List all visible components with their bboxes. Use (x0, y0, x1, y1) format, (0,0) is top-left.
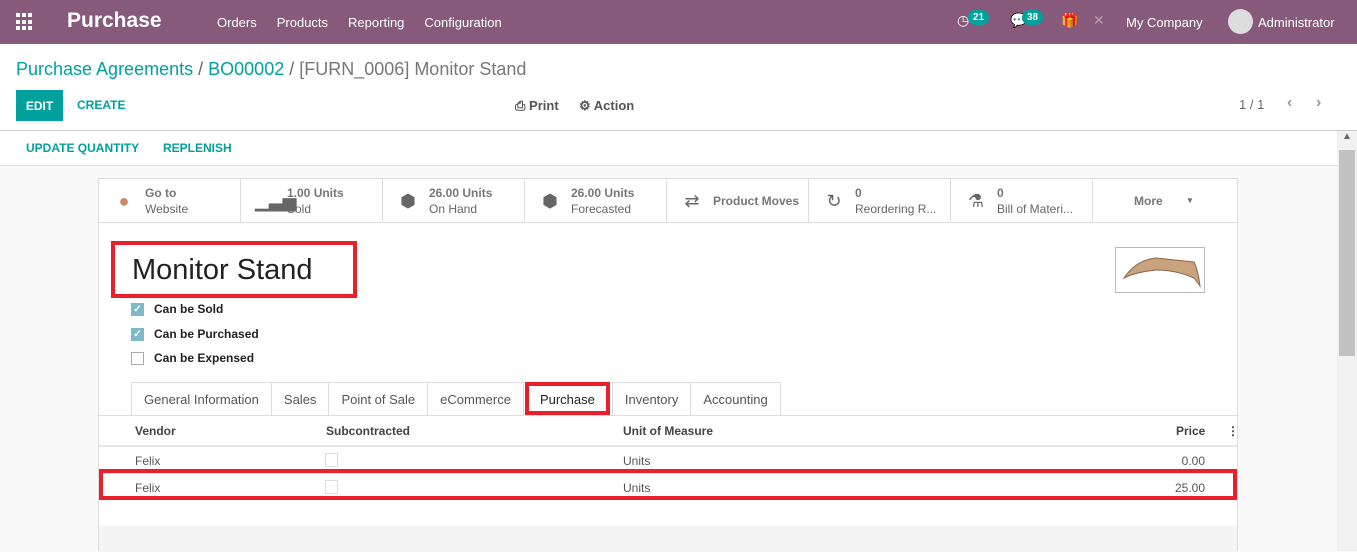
replenish-button[interactable]: REPLENISH (163, 141, 232, 155)
tab-sales[interactable]: Sales (270, 382, 330, 415)
cubes-icon: ⬢ (542, 191, 558, 211)
column-options-icon[interactable]: ⋮ (1227, 424, 1239, 438)
main-menu: Orders Products Reporting Configuration (217, 15, 502, 30)
column-vendor[interactable]: Vendor (135, 424, 176, 438)
vendor-cell: Felix (135, 454, 161, 468)
label: 0 (855, 186, 862, 200)
label: Can be Purchased (154, 327, 259, 341)
globe-icon: ● (118, 191, 130, 211)
forecasted-button[interactable]: ⬢ 26.00 Units Forecasted (525, 179, 667, 223)
label: Can be Expensed (154, 351, 255, 365)
checkbox[interactable]: ✓ (131, 302, 144, 316)
label: 26.00 Units (429, 186, 493, 200)
units-sold-button[interactable]: ▁▃▅ 1.00 Units Sold (241, 179, 383, 223)
avatar[interactable] (1228, 9, 1253, 34)
divider (99, 415, 1237, 416)
tools-icon[interactable]: ✕ (1093, 12, 1105, 29)
flask-icon: ⚗ (967, 191, 985, 211)
menu-reporting[interactable]: Reporting (348, 15, 404, 30)
breadcrumb-current: [FURN_0006] Monitor Stand (299, 59, 527, 79)
chevron-left-icon[interactable]: ‹ (1287, 94, 1292, 112)
apps-grid-icon[interactable] (16, 13, 34, 31)
gift-icon[interactable]: 🎁 (1061, 12, 1078, 29)
tab-purchase[interactable]: Purchase (524, 382, 610, 415)
can-be-purchased-checkbox[interactable]: ✓ Can be Purchased (131, 327, 259, 341)
print-label: Print (529, 98, 559, 113)
highlight-box (99, 469, 1237, 500)
action-button[interactable]: ⚙ Action (579, 98, 634, 114)
go-to-website-button[interactable]: ● Go to Website (99, 179, 241, 223)
form-sheet: ● Go to Website ▁▃▅ 1.00 Units Sold ⬢ 26.00 U… (98, 178, 1239, 552)
activity-badge: 21 (968, 10, 990, 25)
smart-buttons: ● Go to Website ▁▃▅ 1.00 Units Sold ⬢ 26.00 U… (99, 179, 1237, 223)
product-image[interactable] (1115, 247, 1205, 293)
label: 1.00 Units (287, 186, 344, 200)
sublabel: Reordering R... (855, 202, 937, 216)
sublabel: Sold (287, 202, 312, 216)
signal-icon: ▁▃▅ (255, 191, 297, 211)
breadcrumb: Purchase Agreements / BO00002 / [FURN_00… (16, 59, 526, 80)
tab-point-of-sale[interactable]: Point of Sale (328, 382, 429, 415)
top-navbar: Purchase Orders Products Reporting Confi… (0, 0, 1357, 44)
label: More (1134, 194, 1163, 208)
chevron-right-icon[interactable]: › (1316, 94, 1321, 112)
sublabel: Forecasted (571, 202, 632, 216)
menu-products[interactable]: Products (277, 15, 328, 30)
pager-value[interactable]: 1 / 1 (1239, 97, 1264, 112)
refresh-icon: ↻ (826, 191, 842, 211)
print-button[interactable]: ⎙ Print (515, 98, 559, 114)
sublabel: On Hand (429, 202, 478, 216)
column-price[interactable]: Price (1176, 424, 1205, 438)
checkbox[interactable] (131, 351, 144, 365)
menu-configuration[interactable]: Configuration (424, 15, 501, 30)
checkbox[interactable]: ✓ (131, 327, 144, 341)
printer-icon: ⎙ (515, 98, 526, 113)
menu-orders[interactable]: Orders (217, 15, 257, 30)
uom-cell: Units (623, 454, 651, 468)
price-cell: 0.00 (1181, 454, 1205, 468)
tab-inventory[interactable]: Inventory (611, 382, 692, 415)
label: Product Moves (713, 194, 800, 208)
can-be-expensed-checkbox[interactable]: Can be Expensed (131, 351, 254, 365)
message-badge: 38 (1022, 10, 1044, 25)
column-subcontracted[interactable]: Subcontracted (326, 424, 410, 438)
breadcrumb-bo00002[interactable]: BO00002 (208, 59, 284, 79)
exchange-icon: ⇄ (684, 191, 700, 211)
breadcrumb-purchase-agreements[interactable]: Purchase Agreements (16, 59, 193, 79)
on-hand-button[interactable]: ⬢ 26.00 Units On Hand (383, 179, 525, 223)
breadcrumb-separator: / (198, 59, 204, 79)
edit-button[interactable]: EDIT (16, 90, 63, 121)
status-bar: UPDATE QUANTITY REPLENISH (0, 131, 1337, 166)
product-moves-button[interactable]: ⇄ Product Moves (667, 179, 809, 223)
user-menu[interactable]: Administrator (1258, 15, 1335, 30)
column-unit-of-measure[interactable]: Unit of Measure (623, 424, 713, 438)
product-name: Monitor Stand (111, 241, 357, 298)
create-button[interactable]: CREATE (77, 98, 125, 112)
notebook-tabs: General Information Sales Point of Sale … (131, 382, 781, 415)
action-label: Action (593, 98, 635, 113)
tab-accounting[interactable]: Accounting (690, 382, 781, 415)
sublabel: Website (145, 202, 189, 216)
more-button[interactable]: More ▼ (1093, 179, 1235, 223)
label: Go to (145, 186, 177, 200)
table-footer (99, 526, 1237, 552)
label: 0 (997, 186, 1004, 200)
app-title: Purchase (67, 9, 162, 32)
subcontracted-checkbox (325, 453, 338, 467)
can-be-sold-checkbox[interactable]: ✓ Can be Sold (131, 302, 223, 316)
tab-general-information[interactable]: General Information (131, 382, 272, 415)
bill-of-materials-button[interactable]: ⚗ 0 Bill of Materi... (951, 179, 1093, 223)
tab-ecommerce[interactable]: eCommerce (427, 382, 524, 415)
sublabel: Bill of Materi... (997, 202, 1074, 216)
update-quantity-button[interactable]: UPDATE QUANTITY (26, 141, 139, 155)
reordering-rules-button[interactable]: ↻ 0 Reordering R... (809, 179, 951, 223)
caret-down-icon: ▼ (1186, 196, 1194, 205)
cubes-icon: ⬢ (400, 191, 416, 211)
gear-icon: ⚙ (579, 98, 591, 113)
scrollbar-thumb[interactable] (1339, 150, 1355, 356)
label: Can be Sold (154, 302, 224, 316)
label: 26.00 Units (571, 186, 635, 200)
company-switcher[interactable]: My Company (1126, 15, 1203, 30)
breadcrumb-separator: / (289, 59, 295, 79)
